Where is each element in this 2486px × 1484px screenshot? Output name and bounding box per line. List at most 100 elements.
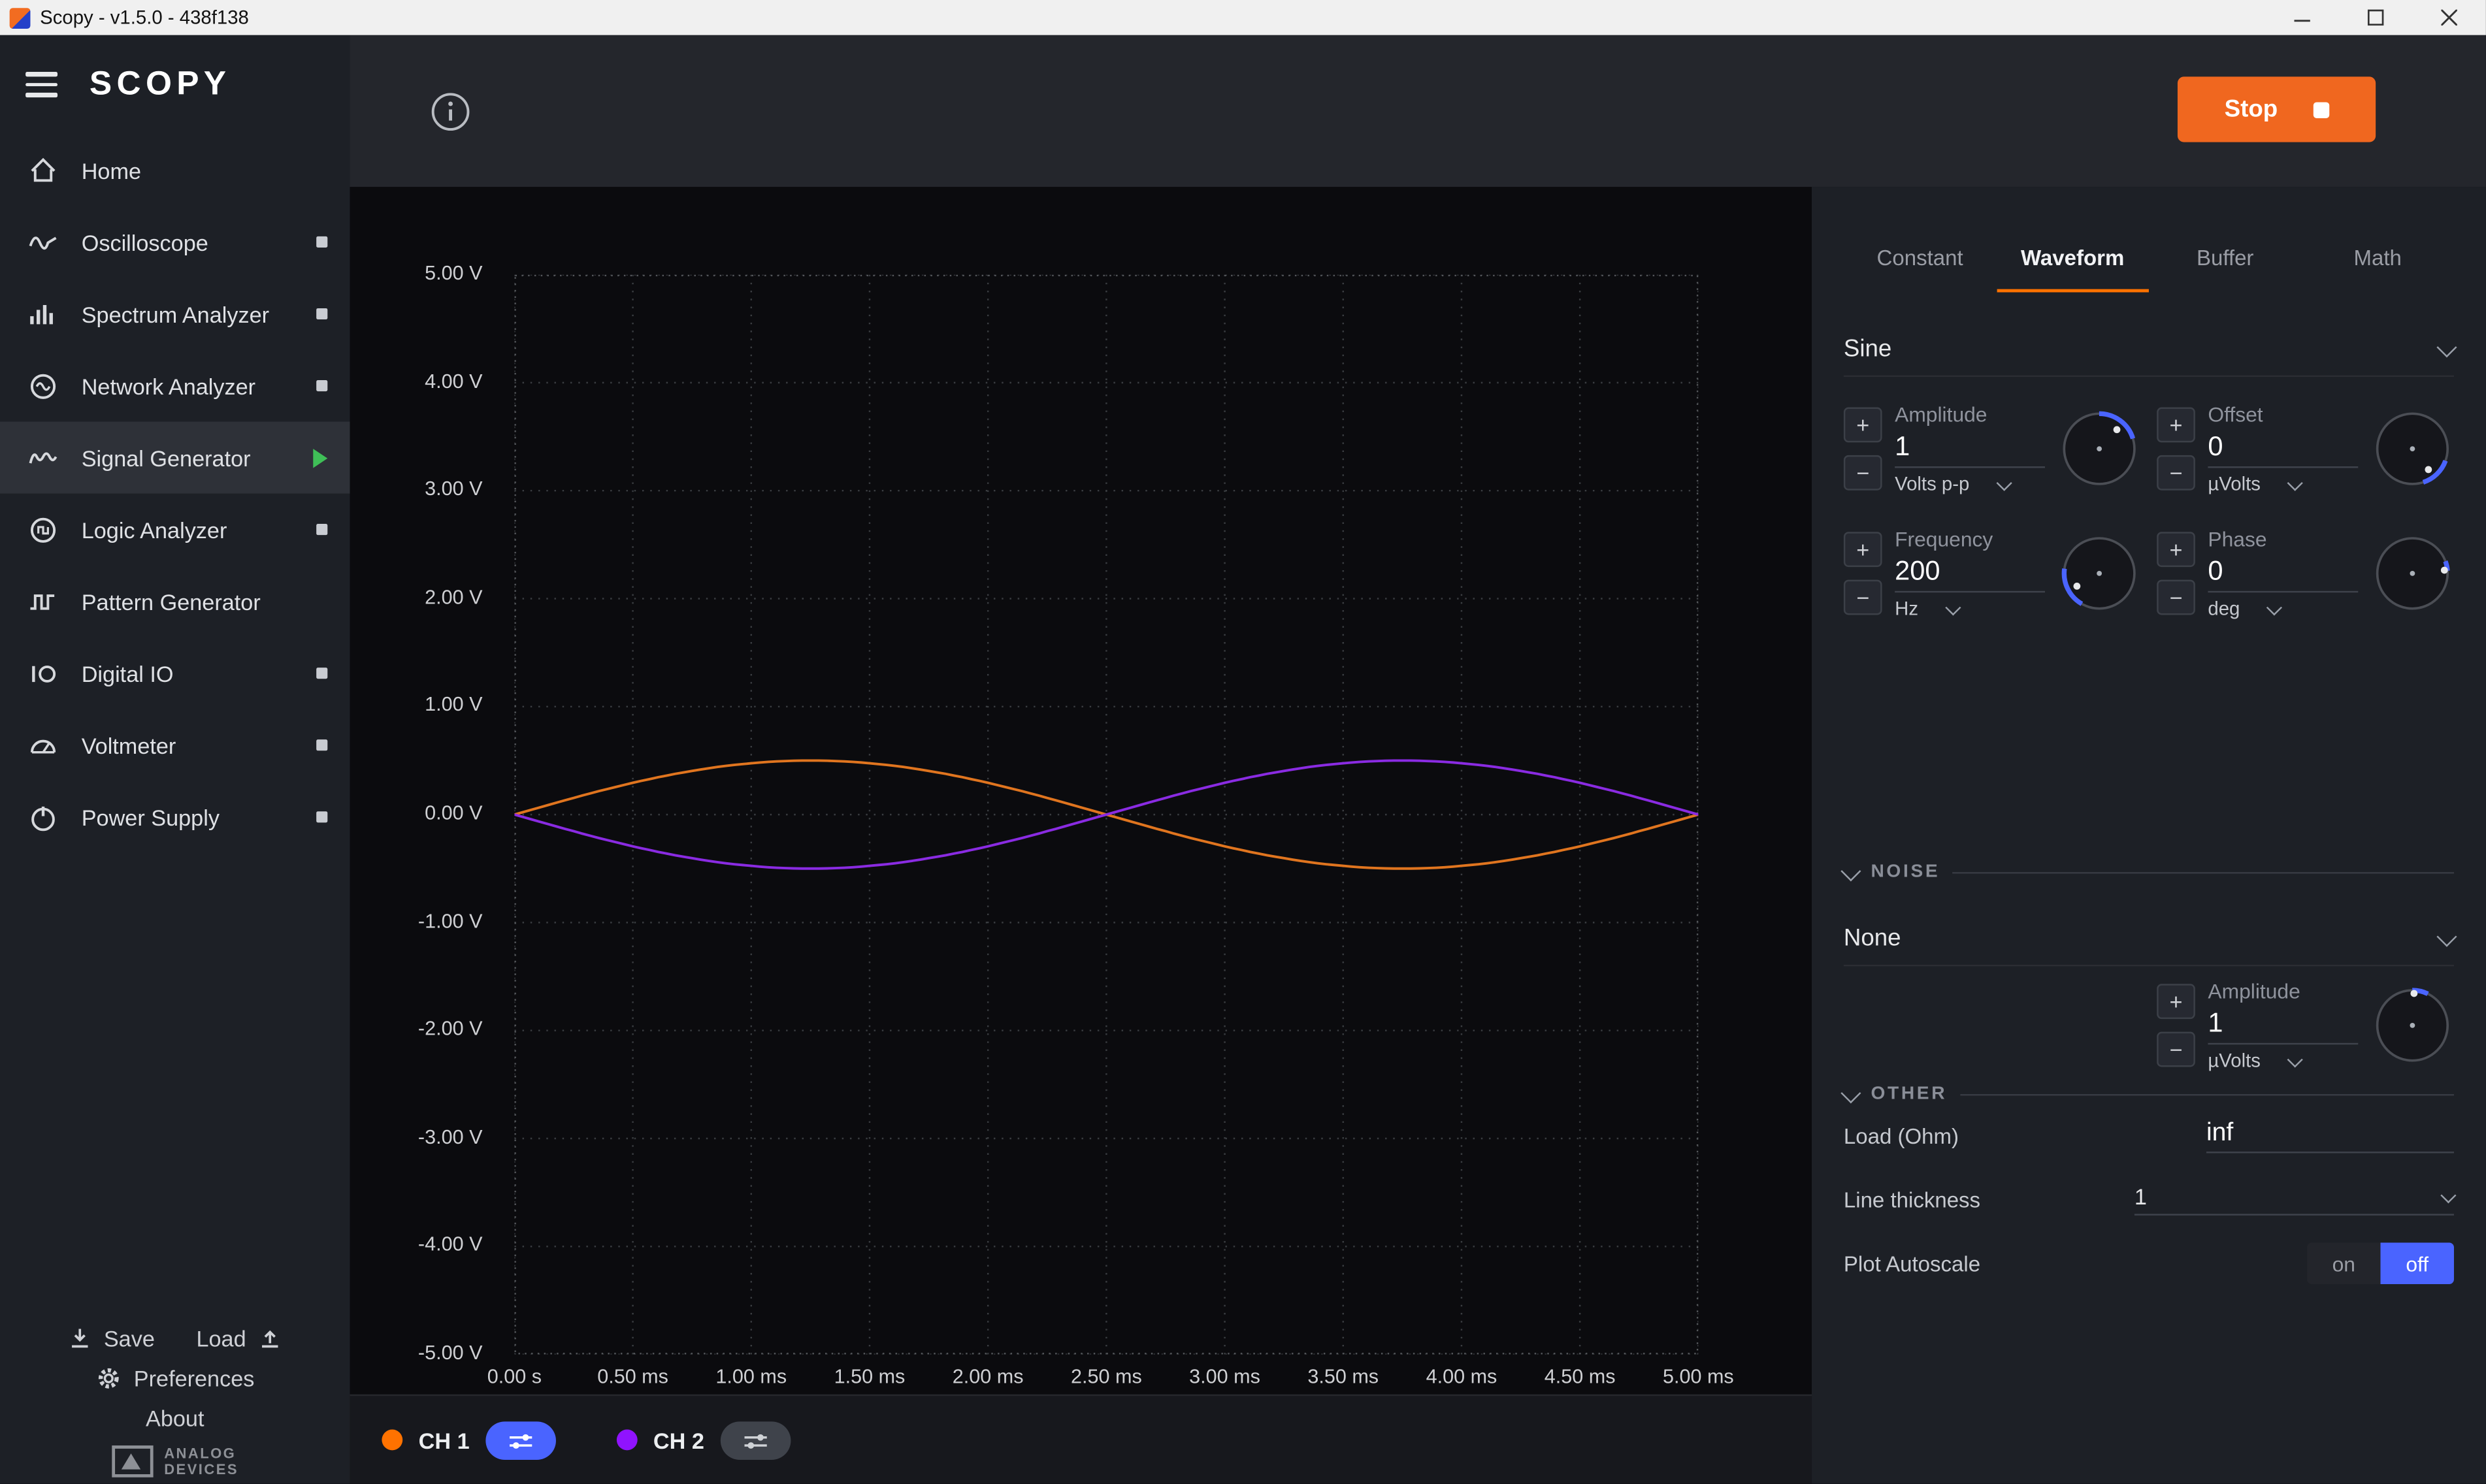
sidebar-item-digital-io[interactable]: Digital IO (0, 637, 350, 709)
frequency-value[interactable]: 200 (1895, 556, 2045, 592)
menu-icon[interactable] (25, 73, 57, 97)
noise-type-value: None (1844, 924, 1901, 952)
ch2-label[interactable]: CH 2 (653, 1427, 704, 1453)
about-button[interactable]: About (146, 1406, 204, 1431)
running-indicator[interactable] (313, 448, 327, 467)
instrument-indicator[interactable] (316, 811, 327, 822)
x-tick-label: 3.50 ms (1307, 1366, 1379, 1388)
line-thickness-select[interactable]: 1 (2134, 1184, 2454, 1216)
x-tick-label: 2.00 ms (953, 1366, 1024, 1388)
amplitude-unit-select[interactable]: Volts p-p (1895, 473, 2045, 495)
y-tick-label: -1.00 V (338, 910, 482, 932)
y-tick-label: -2.00 V (338, 1018, 482, 1040)
y-tick-label: -3.00 V (338, 1125, 482, 1148)
sidebar-footer: Save Load Preferences About (0, 1326, 350, 1477)
x-tick-label: 5.00 ms (1663, 1366, 1734, 1388)
waveform-controls: + − Amplitude 1 Volts p-p (1844, 402, 2454, 620)
instrument-indicator[interactable] (316, 380, 327, 391)
waveform-plot[interactable]: 5.00 V4.00 V3.00 V2.00 V1.00 V0.00 V-1.0… (350, 187, 1812, 1395)
frequency-unit-select[interactable]: Hz (1895, 598, 2045, 620)
ch2-settings-button[interactable] (720, 1421, 791, 1459)
scopy-window: Scopy - v1.5.0 - 438f138 SCOPY Home (0, 0, 2486, 1484)
amplitude-knob[interactable] (2058, 408, 2141, 491)
noise-section-header[interactable]: NOISE (1844, 862, 2454, 881)
frequency-decrement-button[interactable]: − (1844, 580, 1882, 615)
sliders-icon (504, 1430, 536, 1449)
frequency-label: Frequency (1895, 527, 2045, 551)
sidebar-item-spectrum-analyzer[interactable]: Spectrum Analyzer (0, 278, 350, 349)
waveform-type-select[interactable]: Sine (1844, 321, 2454, 378)
maximize-button[interactable] (2339, 0, 2412, 35)
noise-amplitude-increment-button[interactable]: + (2157, 984, 2195, 1019)
noise-amplitude-decrement-button[interactable]: − (2157, 1032, 2195, 1067)
info-icon[interactable] (430, 91, 472, 140)
amplitude-increment-button[interactable]: + (1844, 408, 1882, 443)
offset-value[interactable]: 0 (2208, 431, 2358, 468)
offset-knob[interactable] (2371, 408, 2454, 491)
tab-constant[interactable]: Constant (1844, 222, 1997, 293)
offset-increment-button[interactable]: + (2157, 408, 2195, 443)
sidebar-item-signal-generator[interactable]: Signal Generator (0, 422, 350, 494)
other-section-header[interactable]: OTHER (1844, 1084, 2454, 1103)
chevron-down-icon (2287, 474, 2302, 490)
frequency-increment-button[interactable]: + (1844, 532, 1882, 567)
autoscale-on-option[interactable]: on (2307, 1242, 2380, 1284)
ch1-label[interactable]: CH 1 (419, 1427, 470, 1453)
sidebar-item-oscilloscope[interactable]: Oscilloscope (0, 206, 350, 278)
autoscale-off-option[interactable]: off (2380, 1242, 2453, 1284)
instrument-indicator[interactable] (316, 668, 327, 679)
close-button[interactable] (2412, 0, 2485, 35)
sidebar-item-label: Digital IO (82, 660, 296, 686)
phase-unit-select[interactable]: deg (2208, 598, 2358, 620)
sidebar-item-home[interactable]: Home (0, 134, 350, 206)
sidebar-item-network-analyzer[interactable]: Network Analyzer (0, 350, 350, 422)
amplitude-value[interactable]: 1 (1895, 431, 2045, 468)
instrument-indicator[interactable] (316, 308, 327, 319)
sidebar-item-logic-analyzer[interactable]: Logic Analyzer (0, 494, 350, 566)
save-button[interactable]: Save (67, 1326, 155, 1351)
sidebar-item-label: Spectrum Analyzer (82, 301, 296, 327)
minimize-button[interactable] (2265, 0, 2338, 35)
sidebar-item-pattern-generator[interactable]: Pattern Generator (0, 566, 350, 637)
stop-icon (2313, 101, 2329, 117)
noise-amplitude-knob[interactable] (2371, 984, 2454, 1067)
ch1-settings-button[interactable] (485, 1421, 556, 1459)
save-icon (67, 1326, 93, 1351)
instrument-indicator[interactable] (316, 524, 327, 535)
other-section-label: OTHER (1871, 1084, 1947, 1103)
sidebar-item-label: Home (82, 157, 328, 183)
noise-type-select[interactable]: None (1844, 911, 2454, 967)
plot-autoscale-toggle: on off (2307, 1242, 2454, 1284)
tab-buffer[interactable]: Buffer (2149, 222, 2302, 293)
instrument-indicator[interactable] (316, 236, 327, 248)
sidebar-item-label: Logic Analyzer (82, 517, 296, 542)
offset-unit-select[interactable]: µVolts (2208, 473, 2358, 495)
tab-waveform[interactable]: Waveform (1996, 222, 2149, 293)
plot-canvas[interactable] (514, 275, 1698, 1355)
sidebar-item-power-supply[interactable]: Power Supply (0, 781, 350, 853)
tab-math[interactable]: Math (2301, 222, 2454, 293)
load-input[interactable]: inf (2206, 1119, 2454, 1152)
phase-knob[interactable] (2371, 532, 2454, 615)
noise-amplitude-value[interactable]: 1 (2208, 1008, 2358, 1044)
phase-decrement-button[interactable]: − (2157, 580, 2195, 615)
chevron-down-icon (2440, 1187, 2456, 1202)
frequency-knob[interactable] (2058, 532, 2141, 615)
noise-amplitude-unit-select[interactable]: µVolts (2208, 1050, 2358, 1072)
stop-button[interactable]: Stop (2178, 76, 2376, 142)
amplitude-decrement-button[interactable]: − (1844, 455, 1882, 491)
instrument-indicator[interactable] (316, 739, 327, 750)
network-analyzer-icon (25, 368, 61, 404)
x-tick-label: 0.50 ms (597, 1366, 668, 1388)
offset-decrement-button[interactable]: − (2157, 455, 2195, 491)
preferences-button[interactable]: Preferences (95, 1366, 254, 1391)
y-tick-label: 2.00 V (338, 586, 482, 608)
scopy-logo: SCOPY (90, 65, 231, 104)
window-controls (2265, 0, 2485, 35)
plot-autoscale-row: Plot Autoscale on off (1844, 1231, 2454, 1295)
phase-increment-button[interactable]: + (2157, 532, 2195, 567)
sidebar-item-voltmeter[interactable]: Voltmeter (0, 709, 350, 781)
frequency-unit: Hz (1895, 598, 1918, 620)
phase-value[interactable]: 0 (2208, 556, 2358, 592)
load-button[interactable]: Load (196, 1326, 282, 1351)
